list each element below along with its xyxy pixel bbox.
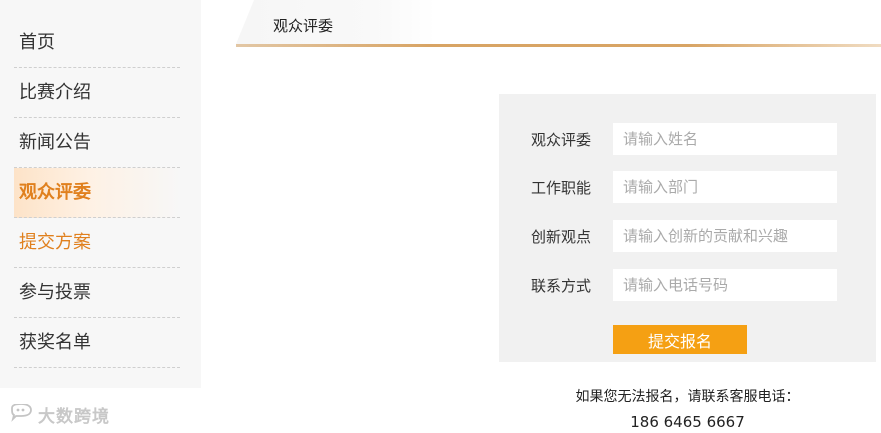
sidebar-item-vote[interactable]: 参与投票 bbox=[14, 268, 180, 318]
phone-input[interactable] bbox=[613, 269, 837, 301]
registration-form: 观众评委 工作职能 创新观点 联系方式 提交报名 bbox=[499, 94, 876, 362]
watermark-text: 大数跨境 bbox=[38, 407, 110, 427]
innovation-label: 创新观点 bbox=[531, 228, 592, 246]
department-input[interactable] bbox=[613, 171, 837, 203]
sidebar-item-news[interactable]: 新闻公告 bbox=[14, 118, 180, 168]
department-label: 工作职能 bbox=[531, 179, 592, 197]
name-input[interactable] bbox=[613, 123, 837, 155]
phone-label: 联系方式 bbox=[531, 277, 592, 295]
form-row-department: 工作职能 bbox=[499, 171, 876, 203]
sidebar-item-home[interactable]: 首页 bbox=[14, 18, 180, 68]
nav-list: 首页 比赛介绍 新闻公告 观众评委 提交方案 参与投票 获奖名单 bbox=[14, 18, 180, 368]
tab-underline bbox=[236, 44, 881, 47]
innovation-input[interactable] bbox=[613, 220, 837, 252]
contact-phone: 186 6465 6667 bbox=[630, 413, 745, 431]
name-label: 观众评委 bbox=[531, 131, 592, 149]
sidebar-item-competition-intro[interactable]: 比赛介绍 bbox=[14, 68, 180, 118]
sidebar-nav: 首页 比赛介绍 新闻公告 观众评委 提交方案 参与投票 获奖名单 bbox=[0, 0, 201, 388]
form-row-name: 观众评委 bbox=[499, 123, 876, 155]
sidebar-item-audience-judges[interactable]: 观众评委 bbox=[14, 168, 180, 218]
form-row-innovation: 创新观点 bbox=[499, 220, 876, 252]
sidebar-item-winners[interactable]: 获奖名单 bbox=[14, 318, 180, 368]
form-row-phone: 联系方式 bbox=[499, 269, 876, 301]
tab-audience-judges[interactable] bbox=[236, 0, 436, 44]
speech-bubble-logo-icon bbox=[8, 402, 34, 426]
contact-note: 如果您无法报名，请联系客服电话： bbox=[575, 389, 800, 405]
tab-label: 观众评委 bbox=[273, 17, 334, 35]
tab-bar: 观众评委 bbox=[236, 0, 881, 47]
sidebar-item-submit-proposal[interactable]: 提交方案 bbox=[14, 218, 180, 268]
watermark: 大数跨境 bbox=[8, 402, 110, 427]
submit-registration-button[interactable]: 提交报名 bbox=[613, 325, 747, 354]
